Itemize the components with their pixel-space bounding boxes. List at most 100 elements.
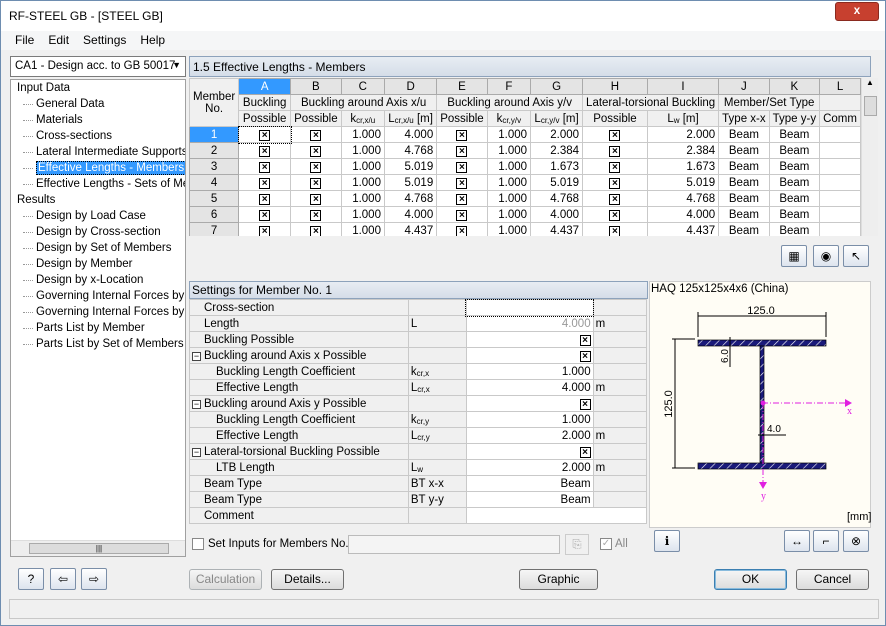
checkbox-checked[interactable]: ×: [579, 334, 591, 346]
info-button[interactable]: ℹ: [654, 530, 680, 552]
checkbox-checked[interactable]: ×: [609, 177, 621, 189]
type-xx-cell[interactable]: Beam: [718, 190, 770, 207]
details-button[interactable]: Details...: [271, 569, 344, 590]
tree-item[interactable]: Lateral Intermediate Supports: [11, 144, 185, 160]
lcr-x-cell[interactable]: 4.768: [383, 142, 438, 159]
tree-item[interactable]: Parts List by Set of Members: [11, 336, 185, 352]
y-possible-cell[interactable]: ×: [436, 142, 488, 159]
setting-value[interactable]: ×: [465, 331, 594, 348]
lcr-y-cell[interactable]: 5.019: [530, 174, 584, 191]
tree-horizontal-scrollbar[interactable]: |||: [11, 540, 185, 556]
tree-item[interactable]: Materials: [11, 112, 185, 128]
set-inputs-checkbox[interactable]: [192, 538, 204, 550]
checkbox-checked[interactable]: ×: [609, 193, 621, 205]
reset-view-button[interactable]: ⊗: [843, 530, 869, 552]
type-xx-cell[interactable]: Beam: [718, 206, 770, 223]
previous-button[interactable]: ⇦: [50, 568, 76, 590]
show-axes-button[interactable]: ⌐: [813, 530, 839, 552]
buckling-possible-cell[interactable]: ×: [237, 125, 292, 144]
y-possible-cell[interactable]: ×: [436, 190, 488, 207]
checkbox-checked[interactable]: ×: [259, 177, 271, 189]
type-yy-cell[interactable]: Beam: [768, 174, 821, 191]
checkbox-checked[interactable]: ×: [609, 145, 621, 157]
ltb-possible-cell[interactable]: ×: [582, 222, 648, 236]
kcr-y-cell[interactable]: 1.000: [486, 142, 532, 159]
buckling-possible-cell[interactable]: ×: [238, 142, 292, 159]
menu-edit[interactable]: Edit: [41, 31, 76, 47]
view-button[interactable]: ◉: [813, 245, 839, 267]
checkbox-checked[interactable]: ×: [259, 129, 271, 141]
type-yy-cell[interactable]: Beam: [768, 222, 821, 236]
column-header-b[interactable]: B: [290, 78, 342, 95]
members-no-input[interactable]: [348, 535, 560, 554]
buckling-possible-cell[interactable]: ×: [238, 158, 292, 175]
comment-cell[interactable]: [819, 174, 861, 191]
column-header-e[interactable]: E: [436, 78, 488, 95]
table-row[interactable]: 2 × × 1.000 4.768 × 1.000 2.384 × 2.384 Beam Beam: [189, 142, 861, 159]
row-header[interactable]: 2: [189, 142, 240, 159]
select-members-button[interactable]: ⎘: [565, 534, 589, 555]
row-header[interactable]: 3: [189, 158, 240, 175]
type-xx-cell[interactable]: Beam: [718, 174, 770, 191]
checkbox-checked[interactable]: ×: [456, 129, 468, 141]
column-header-i[interactable]: I: [646, 78, 720, 95]
next-button[interactable]: ⇨: [81, 568, 107, 590]
lw-cell[interactable]: 1.673: [646, 158, 720, 175]
kcr-x-cell[interactable]: 1.000: [340, 174, 385, 191]
menu-file[interactable]: File: [1, 31, 41, 47]
kcr-y-cell[interactable]: 1.000: [486, 174, 532, 191]
lcr-y-cell[interactable]: 4.768: [530, 190, 584, 207]
buckling-possible-cell[interactable]: ×: [238, 190, 292, 207]
setting-value[interactable]: 1.000: [465, 363, 594, 380]
lw-cell[interactable]: 4.000: [646, 206, 720, 223]
checkbox-checked[interactable]: ×: [609, 129, 621, 141]
checkbox-checked[interactable]: ×: [456, 209, 468, 221]
setting-value[interactable]: ×: [465, 443, 594, 460]
lcr-x-cell[interactable]: 4.437: [383, 222, 438, 236]
row-header[interactable]: 6: [189, 206, 240, 223]
type-xx-cell[interactable]: Beam: [718, 158, 770, 175]
column-header-h[interactable]: H: [582, 78, 648, 95]
collapse-icon[interactable]: −: [192, 351, 201, 361]
lcr-x-cell[interactable]: 4.000: [383, 126, 438, 143]
type-xx-cell[interactable]: Beam: [718, 142, 770, 159]
comment-cell[interactable]: [819, 206, 861, 223]
lcr-y-cell[interactable]: 4.437: [530, 222, 584, 236]
tree-item[interactable]: General Data: [11, 96, 185, 112]
lcr-x-cell[interactable]: 5.019: [383, 158, 438, 175]
y-possible-cell[interactable]: ×: [436, 158, 488, 175]
checkbox-checked[interactable]: ×: [310, 145, 322, 157]
setting-value[interactable]: 1.000: [465, 411, 594, 428]
table-row[interactable]: 3 × × 1.000 5.019 × 1.000 1.673 × 1.673 Beam Beam: [189, 158, 861, 175]
table-row[interactable]: 4 × × 1.000 5.019 × 1.000 5.019 × 5.019 Beam Beam: [189, 174, 861, 191]
show-dimensions-button[interactable]: ↔: [784, 530, 810, 552]
tree-item[interactable]: Design by Cross-section: [11, 224, 185, 240]
tree-item[interactable]: Design by x-Location: [11, 272, 185, 288]
lcr-x-cell[interactable]: 4.768: [383, 190, 438, 207]
comment-cell[interactable]: [819, 222, 861, 236]
kcr-x-cell[interactable]: 1.000: [340, 222, 385, 236]
lw-cell[interactable]: 2.000: [646, 126, 720, 143]
column-header-c[interactable]: C: [340, 78, 385, 95]
kcr-y-cell[interactable]: 1.000: [486, 206, 532, 223]
column-header-l[interactable]: L: [819, 78, 861, 95]
export-table-button[interactable]: ▦: [781, 245, 807, 267]
type-yy-cell[interactable]: Beam: [768, 206, 821, 223]
all-checkbox[interactable]: ✓: [600, 538, 612, 550]
column-header-a[interactable]: A: [238, 78, 292, 95]
checkbox-checked[interactable]: ×: [310, 177, 322, 189]
tree-item[interactable]: Design by Load Case: [11, 208, 185, 224]
tree-item[interactable]: Results: [11, 192, 185, 208]
checkbox-checked[interactable]: ×: [609, 161, 621, 173]
checkbox-checked[interactable]: ×: [579, 350, 591, 362]
column-header-k[interactable]: K: [768, 78, 821, 95]
column-header-d[interactable]: D: [383, 78, 438, 95]
tree-item[interactable]: Effective Lengths - Members: [11, 160, 185, 176]
menu-settings[interactable]: Settings: [76, 31, 133, 47]
lcr-y-cell[interactable]: 2.384: [530, 142, 584, 159]
type-yy-cell[interactable]: Beam: [768, 158, 821, 175]
checkbox-checked[interactable]: ×: [259, 225, 271, 236]
checkbox-checked[interactable]: ×: [456, 177, 468, 189]
checkbox-checked[interactable]: ×: [310, 161, 322, 173]
checkbox-checked[interactable]: ×: [609, 209, 621, 221]
